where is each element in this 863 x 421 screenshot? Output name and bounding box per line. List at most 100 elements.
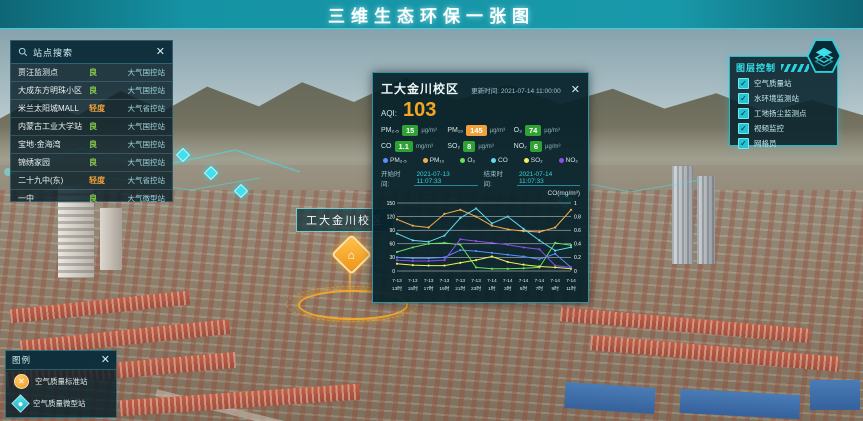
close-icon[interactable]: ✕	[156, 47, 165, 58]
svg-text:9时: 9时	[551, 285, 559, 292]
station-row[interactable]: 大成东方明珠小区良大气国控站	[11, 82, 172, 100]
svg-text:7-14: 7-14	[503, 278, 513, 284]
station-row[interactable]: 二十九中(东)轻度大气省控站	[11, 172, 172, 190]
aqi-value: 103	[403, 100, 436, 120]
legend-item-label: 空气质量微型站	[33, 398, 86, 409]
chart-legend-label: NO₂	[566, 157, 578, 164]
legend-title: 图例	[12, 354, 101, 366]
station-glyph-icon: ⌂	[348, 249, 355, 261]
svg-text:7-14: 7-14	[550, 278, 560, 284]
pollutant-trend-chart: 030609012015000.20.40.60.817-1313时7-1315…	[381, 197, 580, 302]
chart-legend: PM₂.₅ PM₁₀ O₃ CO SO₂ NO₂	[381, 157, 580, 164]
svg-text:150: 150	[387, 201, 396, 207]
pollutant-name: O₃	[514, 127, 522, 134]
search-icon	[18, 47, 28, 57]
station-row[interactable]: 贾汪监测点良大气国控站	[11, 64, 172, 82]
station-name: 宝地·金海湾	[18, 139, 89, 150]
right-axis-note: CO(mg/m³)	[381, 190, 580, 197]
station-type: 大气国控站	[113, 121, 165, 132]
station-detail-popup: 工大金川校区 更新时间: 2021-07-14 11:00:00 ✕ AQI: …	[372, 72, 589, 303]
start-time-label: 开始时间:	[381, 168, 408, 188]
svg-text:60: 60	[389, 242, 395, 248]
svg-text:11时: 11时	[566, 285, 576, 292]
station-row[interactable]: 内蒙古工业大学站良大气国控站	[11, 118, 172, 136]
time-range-row: 开始时间: 2021-07-13 11:07:33 结束时间: 2021-07-…	[381, 168, 580, 188]
station-row[interactable]: 宝地·金海湾良大气国控站	[11, 136, 172, 154]
svg-text:7-14: 7-14	[535, 278, 545, 284]
legend-dot-icon	[460, 158, 465, 163]
station-row[interactable]: 米兰太阳城MALL轻度大气省控站	[11, 100, 172, 118]
map-legend-panel: 图例 ✕ ✕空气质量标准站空气质量微型站	[5, 350, 117, 418]
end-time-input[interactable]: 2021-07-14 11:07:33	[517, 171, 580, 186]
layer-item[interactable]: ✓空气质量站	[730, 76, 837, 91]
station-name: 内蒙古工业大学站	[18, 121, 89, 132]
checkbox-checked-icon[interactable]: ✓	[738, 138, 749, 149]
pollutant-unit: mg/m³	[416, 144, 433, 150]
pollutant-value-badge: 1.1	[395, 141, 413, 152]
chart-legend-label: PM₂.₅	[390, 157, 407, 164]
layer-item[interactable]: ✓工地扬尘监测点	[730, 106, 837, 121]
checkbox-checked-icon[interactable]: ✓	[738, 78, 749, 89]
station-type: 大气国控站	[113, 67, 165, 78]
checkbox-checked-icon[interactable]: ✓	[738, 108, 749, 119]
chart-legend-label: O₃	[467, 157, 475, 164]
tower-building	[697, 176, 715, 264]
layer-item[interactable]: ✓视频监控	[730, 121, 837, 136]
station-row[interactable]: 锦绣家园良大气国控站	[11, 154, 172, 172]
layer-item[interactable]: ✓ 水环境监测站	[730, 91, 837, 106]
station-name: 大成东方明珠小区	[18, 85, 89, 96]
station-status: 轻度	[89, 175, 113, 186]
pollutant-value-badge: 6	[530, 141, 542, 152]
close-icon[interactable]: ✕	[101, 355, 110, 366]
svg-text:30: 30	[389, 255, 395, 261]
checkbox-checked-icon[interactable]: ✓	[738, 93, 749, 104]
svg-text:1时: 1时	[488, 285, 496, 292]
svg-text:7时: 7时	[536, 285, 544, 292]
legend-dot-icon	[383, 158, 388, 163]
legend-list: ✕空气质量标准站空气质量微型站	[6, 370, 116, 414]
end-time-label: 结束时间:	[484, 168, 511, 188]
svg-text:7-13: 7-13	[424, 278, 434, 284]
close-icon[interactable]: ✕	[571, 83, 580, 96]
aqi-label: AQI:	[381, 109, 397, 118]
station-name: 二十九中(东)	[18, 175, 89, 186]
chart-legend-label: PM₁₀	[430, 157, 445, 164]
pollutant-name: PM₂.₅	[381, 127, 399, 134]
popup-title-row: 工大金川校区 更新时间: 2021-07-14 11:00:00 ✕	[381, 80, 580, 97]
update-time-label: 更新时间:	[471, 88, 499, 95]
station-type: 大气国控站	[113, 139, 165, 150]
checkbox-checked-icon[interactable]: ✓	[738, 123, 749, 134]
chart-legend-item[interactable]: O₃	[460, 157, 475, 164]
svg-text:0.6: 0.6	[574, 228, 581, 234]
legend-item: 空气质量微型站	[6, 393, 116, 414]
svg-text:7-13: 7-13	[392, 278, 402, 284]
layer-panel-title: 图层控制	[736, 61, 776, 74]
svg-text:0.8: 0.8	[574, 214, 581, 220]
svg-text:13时: 13时	[392, 285, 402, 292]
svg-text:7-13: 7-13	[440, 278, 450, 284]
layer-item-label: 水环境监测站	[754, 93, 799, 104]
chart-legend-item[interactable]: PM₂.₅	[383, 157, 407, 164]
chart-legend-label: SO₂	[531, 157, 543, 164]
pollutant-unit: µg/m³	[544, 128, 559, 134]
chart-legend-item[interactable]: NO₂	[559, 157, 578, 164]
station-status: 良	[89, 139, 113, 150]
legend-item-label: 空气质量标准站	[35, 376, 88, 387]
chart-legend-item[interactable]: PM₁₀	[423, 157, 445, 164]
chart-legend-item[interactable]: SO₂	[524, 157, 543, 164]
layer-item[interactable]: ✓网格员	[730, 136, 837, 151]
svg-text:23时: 23时	[471, 285, 481, 292]
svg-text:21时: 21时	[455, 285, 465, 292]
update-time-value: 2021-07-14 11:00:00	[501, 88, 561, 95]
stacked-layers-icon	[813, 45, 835, 67]
start-time-input[interactable]: 2021-07-13 11:07:33	[414, 171, 477, 186]
pollutant-name: NO₂	[514, 143, 527, 150]
svg-text:19时: 19时	[439, 285, 449, 292]
station-row[interactable]: 一中良大气微型站	[11, 190, 172, 208]
pollutant-name: PM₁₀	[447, 127, 463, 134]
station-type: 大气微型站	[113, 193, 165, 204]
legend-dot-icon	[559, 158, 564, 163]
aqi-row: AQI: 103	[381, 100, 580, 120]
svg-text:0: 0	[392, 269, 395, 275]
chart-legend-item[interactable]: CO	[491, 157, 508, 164]
